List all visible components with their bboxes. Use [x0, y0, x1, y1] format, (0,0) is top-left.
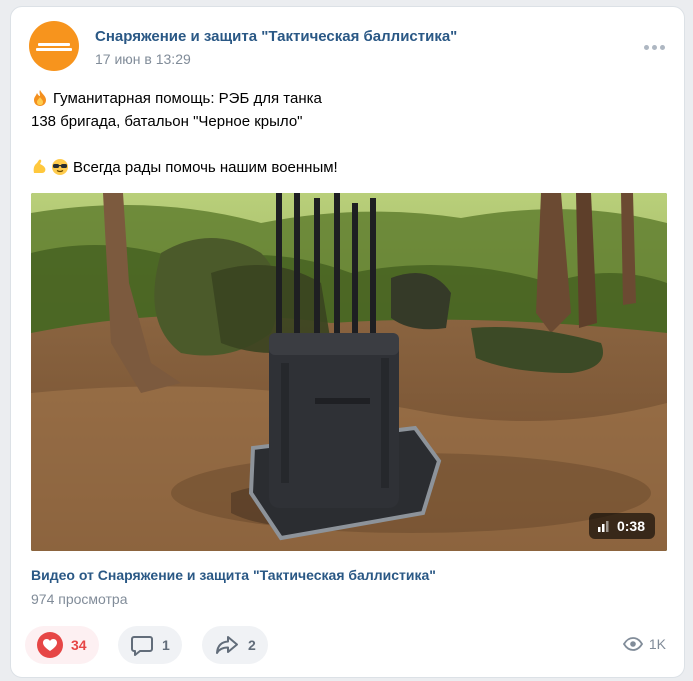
- group-name-link[interactable]: Снаряжение и защита "Тактическая баллист…: [95, 28, 457, 45]
- video-duration-badge: 0:38: [588, 513, 655, 539]
- post-text-line: 138 бригада, батальон "Черное крыло": [31, 110, 671, 133]
- video-player[interactable]: 0:38: [31, 193, 667, 551]
- heart-icon: [37, 632, 63, 658]
- group-avatar[interactable]: [29, 21, 79, 71]
- share-icon: [216, 636, 238, 654]
- comment-button[interactable]: 1: [118, 626, 182, 664]
- group-logo-icon: [36, 43, 72, 51]
- post-actions: 34 1 2 1K: [25, 626, 666, 666]
- like-button[interactable]: 34: [25, 626, 99, 664]
- more-options-icon[interactable]: [642, 35, 666, 59]
- video-views: 974 просмотра: [31, 591, 128, 607]
- post-date[interactable]: 17 июн в 13:29: [95, 51, 191, 67]
- post-text-line: Всегда рады помочь нашим военным!: [31, 156, 671, 179]
- share-button[interactable]: 2: [202, 626, 268, 664]
- post-header: Снаряжение и защита "Тактическая баллист…: [29, 21, 666, 75]
- views-count: 1K: [648, 636, 666, 652]
- flexed-biceps-icon: [33, 159, 46, 173]
- post-card: Снаряжение и защита "Тактическая баллист…: [10, 6, 685, 678]
- sunglasses-face-icon: [52, 158, 68, 175]
- post-text: Гуманитарная помощь: РЭБ для танка 138 б…: [31, 87, 671, 179]
- views-counter: 1K: [622, 636, 666, 652]
- comment-icon: [131, 636, 153, 656]
- post-text-line-1: Гуманитарная помощь: РЭБ для танка: [53, 90, 322, 107]
- post-text-line-4: Всегда рады помочь нашим военным!: [73, 159, 338, 176]
- comment-count: 1: [162, 637, 170, 653]
- fire-icon: [34, 89, 46, 106]
- post-text-line: Гуманитарная помощь: РЭБ для танка: [31, 87, 671, 110]
- video-thumbnail: [31, 193, 667, 551]
- video-title-link[interactable]: Видео от Снаряжение и защита "Тактическа…: [31, 567, 436, 583]
- like-count: 34: [71, 637, 87, 653]
- eye-icon: [622, 637, 643, 651]
- post-text-line-2: 138 бригада, батальон "Черное крыло": [31, 113, 303, 130]
- video-duration: 0:38: [616, 518, 645, 534]
- signal-bars-icon: [597, 521, 609, 532]
- post-text-gap: [31, 133, 671, 156]
- share-count: 2: [248, 637, 256, 653]
